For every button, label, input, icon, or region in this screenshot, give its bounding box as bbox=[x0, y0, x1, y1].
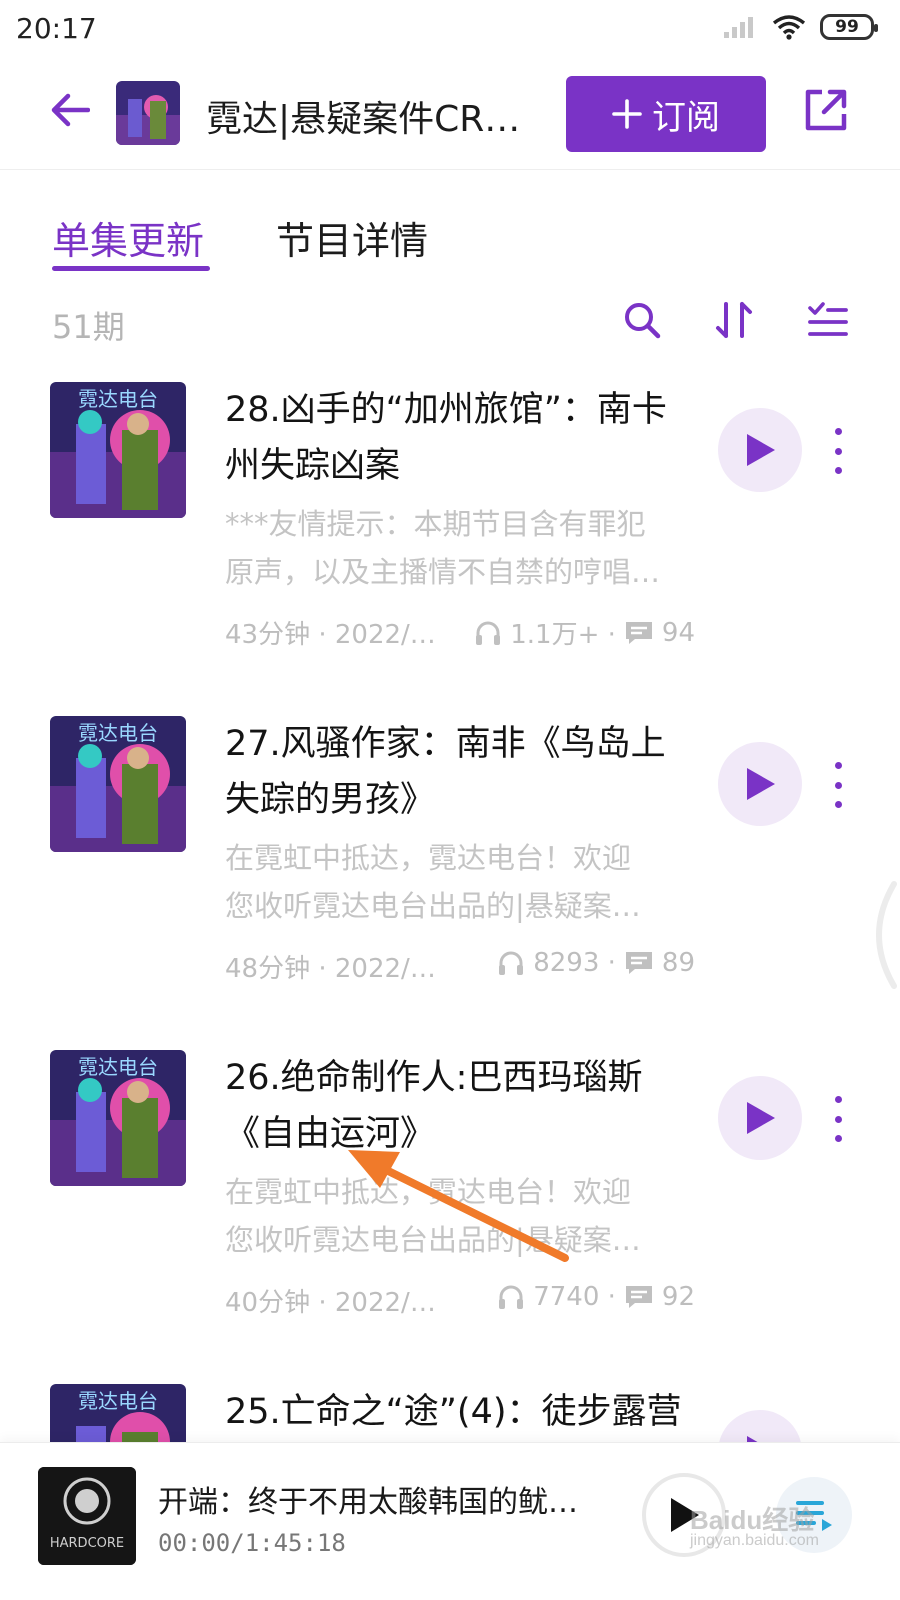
episode-description-line: 您收听霓达电台出品的|悬疑案… bbox=[225, 1223, 641, 1257]
watermark-url: jingyan.baidu.com bbox=[690, 1532, 819, 1549]
podcast-cover bbox=[116, 81, 180, 145]
episode-description: 在霓虹中抵达，霓达电台！欢迎 您收听霓达电台出品的|悬疑案… bbox=[225, 1168, 685, 1264]
podcast-title: 霓达|悬疑案件CR… bbox=[206, 99, 521, 140]
episode-play-button[interactable] bbox=[718, 1410, 802, 1442]
player-episode-title: 开端：终于不用太酸韩国的鱿… bbox=[158, 1485, 578, 1520]
episode-play-button[interactable] bbox=[718, 1076, 802, 1160]
episode-description: ***友情提示：本期节目含有罪犯 原声，以及主播情不自禁的哼唱… bbox=[225, 500, 685, 596]
svg-text:霓达电台: 霓达电台 bbox=[78, 387, 158, 411]
back-button[interactable] bbox=[44, 84, 96, 136]
comment-icon bbox=[625, 621, 652, 644]
episode-comment-count: 94 bbox=[661, 617, 695, 648]
episode-title: 25.亡命之“途”(4)：徒步露营 bbox=[225, 1392, 682, 1432]
svg-text:HARDCORE: HARDCORE bbox=[50, 1536, 124, 1551]
comment-icon bbox=[625, 952, 652, 974]
episode-play-count: 7740 · bbox=[533, 1282, 616, 1312]
episode-cover: 霓达电台 bbox=[50, 716, 186, 852]
episode-play-count: 1.1万+ · bbox=[510, 620, 616, 650]
episode-title: 27.风骚作家：南非《鸟岛上失踪的男孩》 bbox=[225, 724, 666, 820]
sort-icon bbox=[716, 302, 752, 338]
svg-text:霓达电台: 霓达电台 bbox=[78, 1055, 158, 1079]
episode-description-line: ***友情提示：本期节目含有罪犯 bbox=[225, 507, 646, 541]
play-icon bbox=[747, 1102, 775, 1134]
headphones-icon bbox=[499, 951, 524, 975]
episode-play-count: 8293 · bbox=[533, 948, 616, 978]
player-progress-time: 00:00/1:45:18 bbox=[158, 1529, 346, 1557]
episode-duration-date: 43分钟 · 2022/… bbox=[225, 620, 436, 650]
status-time: 20:17 bbox=[16, 12, 97, 45]
edge-swipe-handle[interactable] bbox=[858, 880, 898, 990]
tab-details[interactable]: 节目详情 bbox=[276, 210, 428, 265]
episode-cover: 霓达电台 bbox=[50, 1384, 186, 1442]
episode-description-line: 在霓虹中抵达，霓达电台！欢迎 bbox=[225, 841, 632, 875]
play-icon bbox=[747, 1436, 758, 1442]
episode-meta: 48分钟 · 2022/0… 8293 · 89 bbox=[225, 948, 695, 988]
episode-meta: 43分钟 · 2022/… 1.1万+ · 94 bbox=[225, 614, 695, 654]
wifi-icon bbox=[772, 15, 806, 40]
multi-select-button[interactable] bbox=[806, 298, 850, 342]
episode-count: 51期 bbox=[52, 308, 125, 346]
checklist-icon bbox=[808, 302, 848, 336]
episode-play-button[interactable] bbox=[718, 742, 802, 826]
episode-toolbar: 51期 bbox=[0, 290, 900, 362]
battery-indicator: 99 bbox=[820, 14, 878, 40]
episode-duration-date: 40分钟 · 2022/0… bbox=[225, 1288, 450, 1318]
search-icon bbox=[625, 303, 661, 339]
episode-item[interactable]: 霓达电台 25.亡命之“途”(4)：徒步露营 bbox=[0, 1384, 900, 1442]
headphones-icon bbox=[476, 621, 501, 645]
episode-description-line: 在霓虹中抵达，霓达电台！欢迎 bbox=[225, 1175, 632, 1209]
active-tab-indicator bbox=[52, 266, 210, 271]
episode-cover: 霓达电台 bbox=[50, 1050, 186, 1186]
episode-item[interactable]: 霓达电台 28.凶手的“加州旅馆”：南卡州失踪凶案 ***友情提示：本期节目含有… bbox=[0, 382, 900, 722]
play-icon bbox=[747, 768, 775, 800]
more-options-button[interactable] bbox=[830, 428, 846, 474]
tab-bar: 单集更新 节目详情 bbox=[0, 170, 900, 280]
svg-text:霓达电台: 霓达电台 bbox=[78, 721, 158, 745]
episode-item[interactable]: 霓达电台 27.风骚作家：南非《鸟岛上失踪的男孩》 在霓虹中抵达，霓达电台！欢迎… bbox=[0, 716, 900, 1056]
share-button[interactable] bbox=[802, 86, 854, 138]
player-cover: HARDCORE bbox=[38, 1467, 136, 1565]
signal-icon bbox=[724, 17, 753, 38]
status-icons: 99 bbox=[724, 14, 878, 40]
episode-description: 在霓虹中抵达，霓达电台！欢迎 您收听霓达电台出品的|悬疑案… bbox=[225, 834, 685, 930]
more-options-button[interactable] bbox=[830, 1096, 846, 1142]
tab-episodes[interactable]: 单集更新 bbox=[52, 210, 204, 265]
header: 霓达|悬疑案件CR… 订阅 bbox=[0, 62, 900, 170]
share-icon bbox=[805, 89, 847, 131]
episode-duration-date: 48分钟 · 2022/0… bbox=[225, 954, 450, 984]
episode-comment-count: 89 bbox=[661, 948, 695, 978]
comment-icon bbox=[625, 1286, 652, 1308]
episode-meta: 40分钟 · 2022/0… 7740 · 92 bbox=[225, 1282, 695, 1322]
subscribe-button[interactable]: 订阅 bbox=[566, 76, 766, 152]
episode-description-line: 您收听霓达电台出品的|悬疑案… bbox=[225, 889, 641, 923]
play-icon bbox=[747, 434, 775, 466]
episode-item[interactable]: 霓达电台 26.绝命制作人:巴西玛瑙斯《自由运河》 在霓虹中抵达，霓达电台！欢迎… bbox=[0, 1050, 900, 1390]
episode-cover: 霓达电台 bbox=[50, 382, 186, 518]
episode-title: 28.凶手的“加州旅馆”：南卡州失踪凶案 bbox=[225, 390, 667, 486]
sort-button[interactable] bbox=[712, 298, 756, 342]
episode-description-line: 原声，以及主播情不自禁的哼唱… bbox=[225, 555, 661, 589]
episode-comment-count: 92 bbox=[661, 1282, 695, 1312]
episode-play-button[interactable] bbox=[718, 408, 802, 492]
episode-title: 26.绝命制作人:巴西玛瑙斯《自由运河》 bbox=[225, 1058, 643, 1154]
back-arrow-icon bbox=[51, 93, 90, 127]
plus-icon bbox=[612, 99, 642, 129]
svg-text:霓达电台: 霓达电台 bbox=[78, 1389, 158, 1413]
headphones-icon bbox=[499, 1285, 524, 1309]
search-button[interactable] bbox=[620, 298, 664, 342]
more-options-button[interactable] bbox=[830, 762, 846, 808]
subscribe-label: 订阅 bbox=[652, 97, 720, 138]
status-bar: 20:17 99 bbox=[0, 0, 900, 62]
